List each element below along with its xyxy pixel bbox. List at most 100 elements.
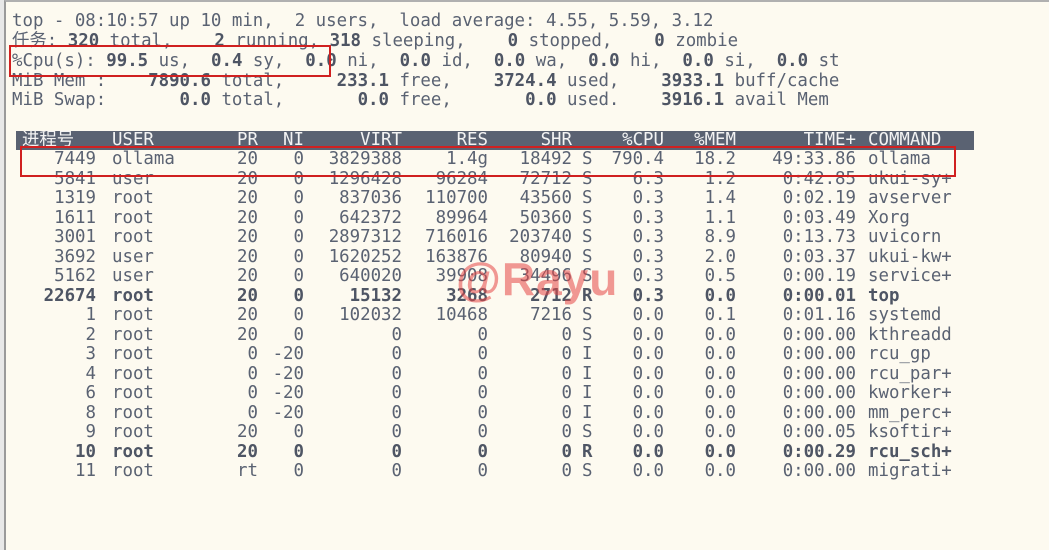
mem-used-label: used, [567, 71, 620, 91]
cell-mem: 0.0 [704, 383, 736, 403]
swap-total-label: total, [221, 90, 285, 110]
cell-user: root [112, 227, 154, 247]
cell-time: 0:02.19 [782, 188, 856, 208]
cpu-wa-label: wa, [535, 51, 568, 71]
process-row[interactable]: 1319 root 20 0 837036 110700 43560 S 0.3 1.4 0:02.… [6, 188, 1046, 209]
cell-user: root [112, 461, 154, 481]
cell-virt: 0 [391, 344, 402, 364]
cell-ni: -20 [272, 402, 304, 423]
cell-command: ukui-kw+ [868, 246, 952, 267]
cpu-wa: 0.0 [493, 51, 526, 71]
cell-command: rcu_gp [868, 344, 931, 364]
cell-virt: 0 [391, 383, 402, 403]
cell-res: 110700 [425, 188, 488, 208]
swap-free-label: free, [399, 90, 452, 110]
cell-pr: 20 [237, 207, 258, 228]
cell-mem: 1.1 [704, 207, 736, 228]
terminal-window[interactable]: top - 08:10:57 up 10 min, 2 users, load … [4, 0, 1049, 550]
cell-pr: 20 [237, 422, 258, 442]
cell-shr: 0 [561, 402, 572, 423]
tasks-stopped: 0 [507, 31, 519, 51]
cell-user: root [112, 207, 154, 228]
cell-shr: 7216 [530, 305, 572, 325]
cell-mem: 8.9 [704, 227, 736, 247]
cpu-si-label: si, [724, 51, 756, 71]
cell-user: root [112, 285, 154, 306]
mem-buff-label: buff/cache [734, 71, 840, 91]
process-row[interactable]: 11 root rt 0 0 0 0 S 0.0 0.0 0:00.00 migrati+ [6, 461, 1046, 482]
swap-used-label: used. [567, 90, 620, 110]
cell-shr: 50360 [519, 207, 572, 228]
cpu-ni-label: ni, [347, 51, 379, 71]
cell-mem: 0.0 [704, 422, 736, 442]
cell-shr: 0 [561, 461, 572, 481]
process-row[interactable]: 3 root 0 -20 0 0 0 I 0.0 0.0 0:00.00 rcu_gp [6, 344, 1046, 365]
process-row[interactable]: 1 root 20 0 102032 10468 7216 S 0.0 0.1 0:01.16 sys… [6, 305, 1046, 326]
cell-shr: 203740 [509, 227, 572, 247]
cell-time: 0:00.00 [782, 461, 856, 481]
cell-virt: 1620252 [328, 246, 402, 267]
cell-pid: 1 [85, 305, 96, 325]
cell-pr: 20 [237, 246, 258, 267]
process-row[interactable]: 1611 root 20 0 642372 89964 50360 S 0.3 1.1 0:03.4… [6, 207, 1046, 229]
cell-pid: 5162 [54, 266, 96, 286]
cell-time: 0:01.16 [782, 305, 856, 325]
process-row[interactable]: 2 root 20 0 0 0 0 S 0.0 0.0 0:00.00 kthreadd [6, 324, 1046, 346]
process-row[interactable]: 8 root 0 -20 0 0 0 I 0.0 0.0 0:00.00 mm_perc+ [6, 402, 1046, 424]
cell-virt: 837036 [339, 188, 402, 208]
mem-free-label: free, [399, 71, 452, 91]
cell-mem: 0.1 [704, 305, 736, 325]
cpu-id: 0.0 [399, 51, 431, 71]
cell-virt: 0 [391, 402, 402, 423]
cell-command: service+ [868, 266, 952, 286]
process-row[interactable]: 6 root 0 -20 0 0 0 I 0.0 0.0 0:00.00 kworker+ [6, 383, 1046, 404]
cell-mem: 0.0 [704, 402, 736, 423]
cell-ni: 0 [293, 305, 304, 325]
cell-pid: 22674 [43, 285, 96, 306]
cell-pid: 2 [85, 324, 96, 345]
cell-time: 0:00.19 [782, 266, 856, 286]
cell-ni: 0 [293, 324, 304, 345]
cell-pr: 0 [247, 344, 258, 364]
cell-pid: 1319 [54, 188, 96, 208]
cell-virt: 0 [391, 441, 402, 462]
cell-pid: 9 [85, 422, 96, 442]
watermark-text: @Rayu [456, 253, 619, 305]
cell-res: 89964 [435, 207, 488, 228]
cell-ni: 0 [293, 266, 304, 286]
cell-command: avserver [868, 188, 952, 208]
cell-user: root [112, 422, 154, 442]
swap-used: 0.0 [525, 90, 557, 110]
cell-cpu: 0.0 [632, 383, 664, 403]
process-row[interactable]: 9 root 20 0 0 0 0 S 0.0 0.0 0:00.05 ksoftir+ [6, 422, 1046, 443]
process-row[interactable]: 3001 root 20 0 2897312 716016 203740 S 0.3 8.9 0:1… [6, 227, 1046, 248]
process-row[interactable]: 4 root 0 -20 0 0 0 I 0.0 0.0 0:00.00 rcu_par+ [6, 363, 1046, 385]
swap-avail-label: avail Mem [734, 90, 829, 110]
cell-pid: 3001 [54, 227, 96, 247]
cell-cpu: 0.0 [632, 441, 664, 462]
cell-time: 0:00.00 [782, 363, 856, 384]
cell-mem: 0.0 [704, 285, 736, 306]
cell-time: 0:00.29 [782, 441, 856, 462]
swap-line: MiB Swap: 0.0 total, 0.0 free, 0.0 used.… [12, 90, 829, 111]
cell-cpu: 0.0 [632, 324, 664, 345]
cell-ni: 0 [293, 285, 304, 306]
tasks-zombie: 0 [654, 31, 665, 51]
cell-mem: 0.0 [704, 363, 736, 384]
cell-user: root [112, 324, 154, 345]
cell-mem: 0.0 [704, 461, 736, 481]
cell-command: Xorg [868, 207, 910, 228]
cell-pr: 0 [247, 402, 258, 423]
swap-avail: 3916.1 [661, 90, 725, 110]
cell-command: uvicorn [868, 227, 942, 247]
cell-cpu: 0.3 [632, 227, 664, 247]
tasks-sleeping: 318 [329, 31, 362, 51]
cell-pr: 20 [237, 324, 258, 345]
cell-pid: 1611 [54, 207, 96, 228]
cell-user: root [112, 305, 154, 325]
cell-virt: 15132 [349, 285, 402, 306]
cell-shr: 0 [561, 441, 572, 462]
cell-time: 0:03.37 [782, 246, 856, 267]
process-row[interactable]: 10 root 20 0 0 0 0 R 0.0 0.0 0:00.29 rcu_sch+ [6, 441, 1046, 463]
cell-pr: 20 [237, 285, 258, 306]
